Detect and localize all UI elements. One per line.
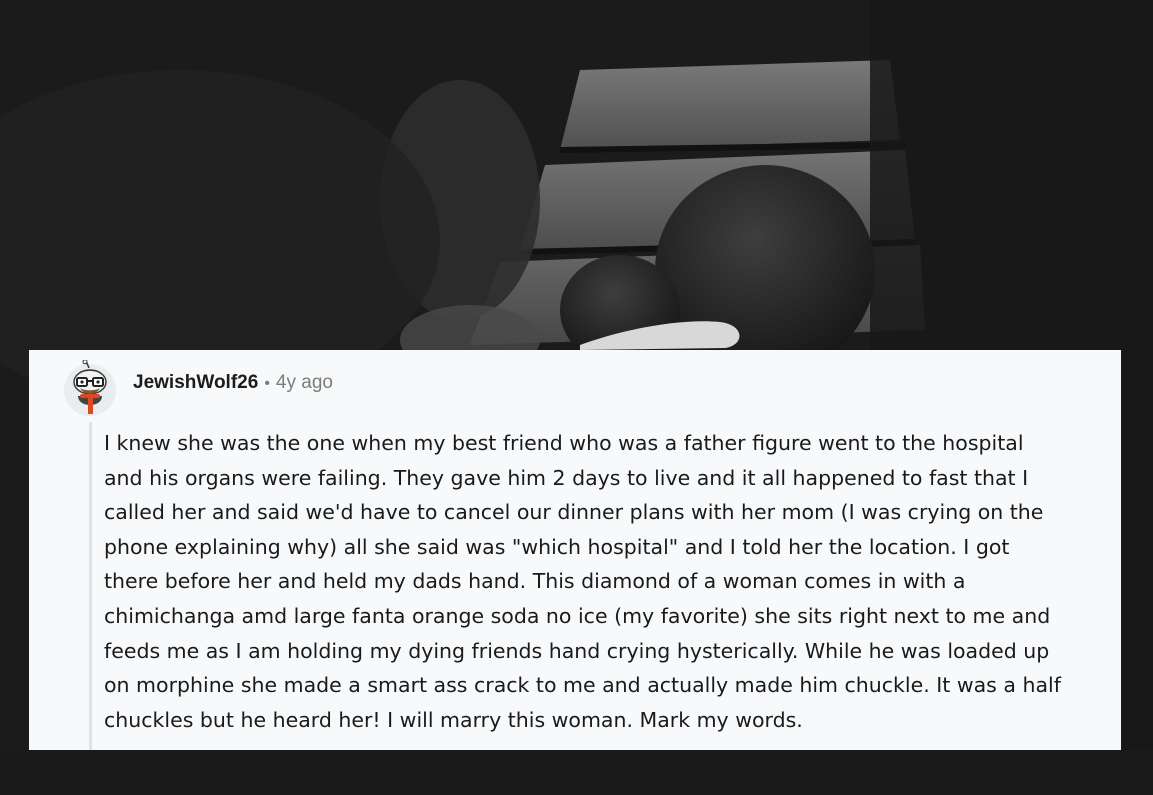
- comment-timestamp[interactable]: 4y ago: [276, 372, 333, 393]
- comment-card: JewishWolf26 • 4y ago I knew she was the o…: [29, 350, 1121, 750]
- screenshot-scene: JewishWolf26 • 4y ago I knew she was the o…: [0, 0, 1153, 795]
- comment-body-line: phone explaining why) all she said was "…: [104, 534, 1010, 559]
- username-link[interactable]: JewishWolf26: [133, 372, 258, 393]
- comment-body: I knew she was the one when my best frie…: [104, 426, 1109, 737]
- meta-separator: •: [264, 375, 270, 392]
- comment-body-line: chuckles but he heard her! I will marry …: [104, 707, 803, 732]
- comment-body-line: on morphine she made a smart ass crack t…: [104, 673, 1061, 698]
- comment-body-line: there before her and held my dads hand. …: [104, 569, 966, 594]
- comment-header: JewishWolf26 • 4y ago: [133, 372, 333, 394]
- comment-body-line: feeds me as I am holding my dying friend…: [104, 638, 1050, 663]
- comment-body-line: chimichanga amd large fanta orange soda …: [104, 603, 1051, 628]
- user-avatar[interactable]: [62, 359, 118, 416]
- comment-body-line: I knew she was the one when my best frie…: [104, 431, 1024, 455]
- comment-body-line: and his organs were failing. They gave h…: [104, 465, 1029, 490]
- comment-thread-line[interactable]: [89, 422, 92, 750]
- comment-body-line: called her and said we'd have to cancel …: [104, 500, 1044, 525]
- snoo-avatar-icon: [64, 359, 116, 416]
